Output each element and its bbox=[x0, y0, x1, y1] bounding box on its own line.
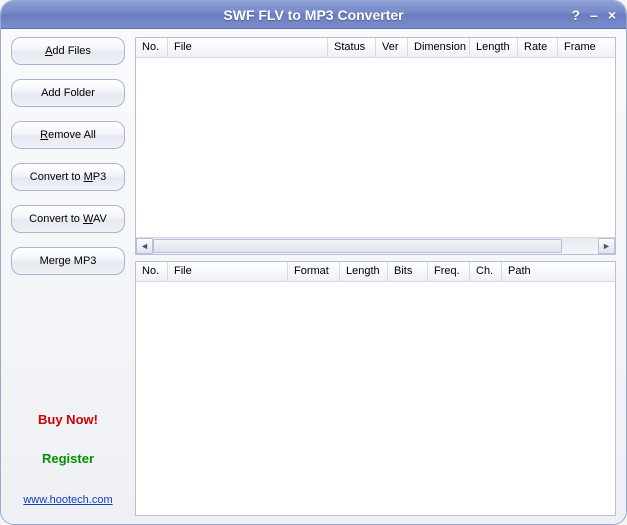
col-dimension[interactable]: Dimension bbox=[408, 38, 470, 57]
add-folder-button[interactable]: Add Folder bbox=[11, 79, 125, 107]
remove-all-button[interactable]: Remove All bbox=[11, 121, 125, 149]
app-window: SWF FLV to MP3 Converter ? – × Add Files… bbox=[0, 0, 627, 525]
minimize-icon[interactable]: – bbox=[590, 8, 598, 22]
col-no[interactable]: No. bbox=[136, 38, 168, 57]
main-area: No. File Status Ver Dimension Length Rat… bbox=[131, 29, 626, 524]
window-title: SWF FLV to MP3 Converter bbox=[223, 7, 403, 23]
output-list-header: No. File Format Length Bits Freq. Ch. Pa… bbox=[136, 262, 615, 282]
close-icon[interactable]: × bbox=[608, 8, 616, 22]
scroll-thumb[interactable] bbox=[153, 239, 562, 253]
source-file-list[interactable]: No. File Status Ver Dimension Length Rat… bbox=[135, 37, 616, 255]
convert-mp3-button[interactable]: Convert to MP3 bbox=[11, 163, 125, 191]
output-file-list[interactable]: No. File Format Length Bits Freq. Ch. Pa… bbox=[135, 261, 616, 516]
col-frame[interactable]: Frame bbox=[558, 38, 608, 57]
col-format[interactable]: Format bbox=[288, 262, 340, 281]
col-ver[interactable]: Ver bbox=[376, 38, 408, 57]
col-file[interactable]: File bbox=[168, 262, 288, 281]
source-hscrollbar[interactable]: ◄ ► bbox=[136, 237, 615, 254]
col-bits[interactable]: Bits bbox=[388, 262, 428, 281]
scroll-track[interactable] bbox=[153, 238, 598, 254]
source-list-header: No. File Status Ver Dimension Length Rat… bbox=[136, 38, 615, 58]
convert-wav-button[interactable]: Convert to WAV bbox=[11, 205, 125, 233]
merge-mp3-button[interactable]: Merge MP3 bbox=[11, 247, 125, 275]
col-status[interactable]: Status bbox=[328, 38, 376, 57]
website-link[interactable]: www.hootech.com bbox=[11, 494, 125, 506]
col-rate[interactable]: Rate bbox=[518, 38, 558, 57]
col-no[interactable]: No. bbox=[136, 262, 168, 281]
col-ch[interactable]: Ch. bbox=[470, 262, 502, 281]
sidebar: Add Files Add Folder Remove All Convert … bbox=[1, 29, 131, 524]
add-files-button[interactable]: Add Files bbox=[11, 37, 125, 65]
titlebar[interactable]: SWF FLV to MP3 Converter ? – × bbox=[1, 1, 626, 29]
col-freq[interactable]: Freq. bbox=[428, 262, 470, 281]
col-file[interactable]: File bbox=[168, 38, 328, 57]
col-path[interactable]: Path bbox=[502, 262, 615, 281]
help-icon[interactable]: ? bbox=[571, 8, 580, 22]
content-area: Add Files Add Folder Remove All Convert … bbox=[1, 29, 626, 524]
window-controls: ? – × bbox=[571, 1, 616, 29]
col-length[interactable]: Length bbox=[470, 38, 518, 57]
scroll-left-icon[interactable]: ◄ bbox=[136, 238, 153, 254]
col-length[interactable]: Length bbox=[340, 262, 388, 281]
register-link[interactable]: Register bbox=[11, 451, 125, 466]
scroll-right-icon[interactable]: ► bbox=[598, 238, 615, 254]
buy-now-link[interactable]: Buy Now! bbox=[11, 412, 125, 427]
